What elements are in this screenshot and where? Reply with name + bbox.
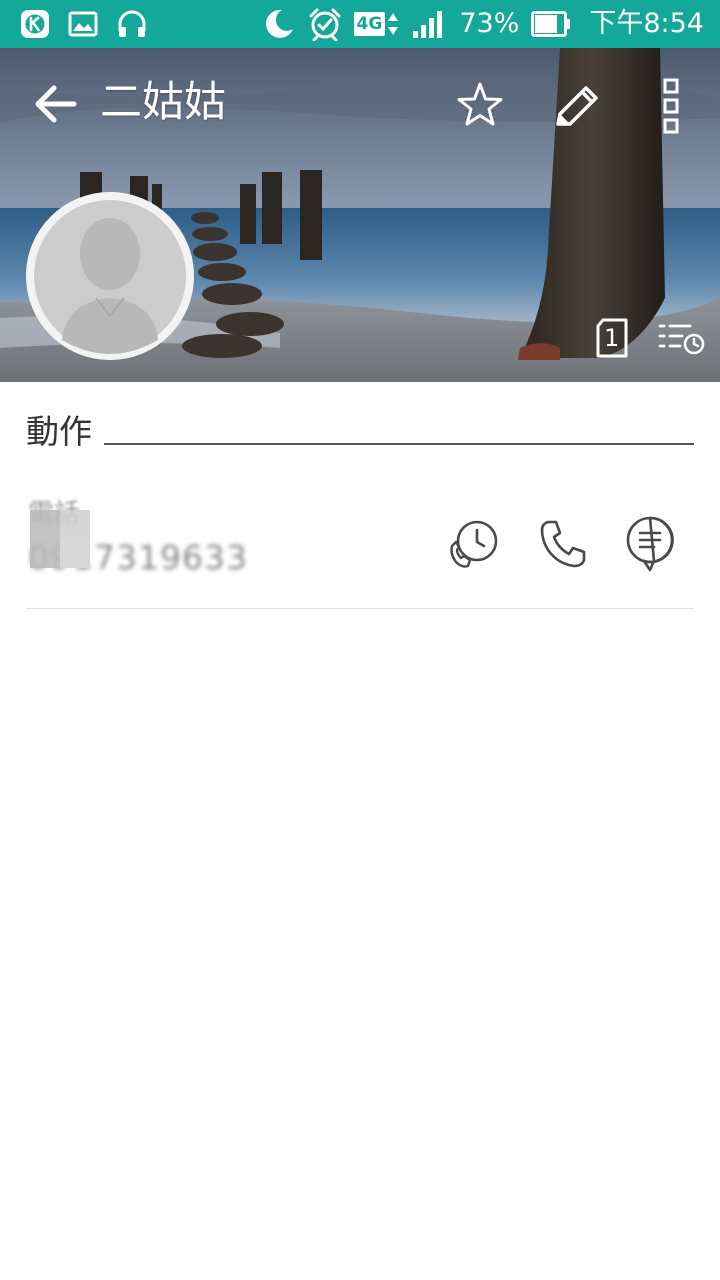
row-divider <box>26 608 694 609</box>
4g-icon: 4G <box>353 11 400 37</box>
default-person-avatar-icon <box>26 192 194 360</box>
redaction-block-small <box>60 538 90 568</box>
signal-icon <box>413 11 443 38</box>
alarm-icon <box>309 8 341 41</box>
call-history-icon[interactable] <box>446 516 502 572</box>
call-log-history-icon[interactable] <box>656 318 706 358</box>
battery-percent: 73% <box>459 8 520 39</box>
status-bar-right: 4G 73% 下午8:54 <box>262 6 704 42</box>
gallery-icon <box>68 11 98 37</box>
contact-header: 二姑姑 1 <box>0 48 720 382</box>
data-arrows-icon <box>388 13 399 35</box>
clock: 下午8:54 <box>589 8 704 39</box>
more-options-icon[interactable] <box>650 74 694 138</box>
battery-icon <box>531 11 571 37</box>
edit-pencil-button[interactable] <box>546 78 606 134</box>
network-type: 4G <box>353 12 386 36</box>
contact-avatar <box>26 192 194 360</box>
sim-slot-badge: 1 <box>594 318 630 358</box>
section-title-underline <box>104 443 694 445</box>
status-bar-left <box>20 8 148 40</box>
phone-call-icon[interactable] <box>536 516 592 572</box>
message-bubble-icon[interactable] <box>624 514 676 574</box>
back-button[interactable] <box>30 80 86 128</box>
status-bar: 4G 73% 下午8:54 <box>0 0 720 48</box>
headphones-icon <box>118 10 146 37</box>
contact-name: 二姑姑 <box>100 77 227 126</box>
do-not-disturb-moon-icon <box>265 9 293 38</box>
phone-number-row[interactable]: 電話 0917319633 <box>0 490 720 610</box>
k-app-icon <box>21 10 49 38</box>
favorite-star-button[interactable] <box>452 78 508 134</box>
actions-section-title: 動作 <box>26 412 92 451</box>
sim-slot-number: 1 <box>604 324 620 352</box>
